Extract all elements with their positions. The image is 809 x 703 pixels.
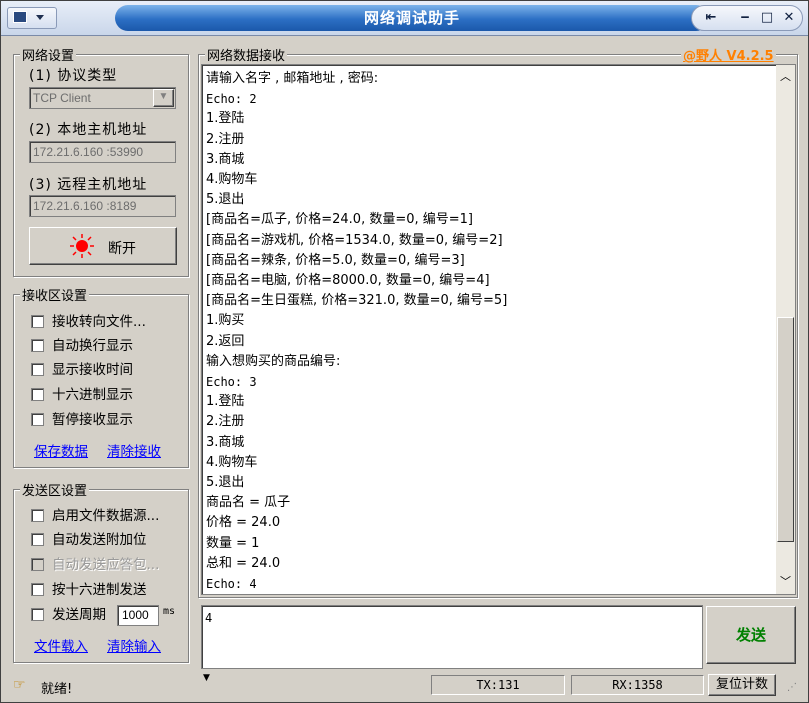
checkbox-box[interactable] <box>31 315 44 328</box>
checkbox-box[interactable] <box>31 363 44 376</box>
checkbox-box[interactable] <box>31 533 44 546</box>
receive-scrollbar[interactable]: ︿ ﹀ <box>776 65 795 594</box>
checkbox-label: 自动换行显示 <box>52 338 133 354</box>
hand-pointer-icon: ☞ <box>13 677 26 693</box>
network-settings-label: 网络设置 <box>20 45 77 64</box>
receive-line: 2.注册 <box>206 414 245 430</box>
receive-settings-label: 接收区设置 <box>20 285 90 304</box>
receive-line: [商品名=游戏机, 价格=1534.0, 数量=0, 编号=2] <box>206 232 503 248</box>
receive-line: Echo: 4 <box>206 577 257 591</box>
receive-line: 1.登陆 <box>206 394 245 410</box>
receive-area-label: 网络数据接收 <box>205 45 288 64</box>
reset-count-button[interactable]: 复位计数 <box>708 674 776 696</box>
checkbox-label: 发送周期 <box>52 607 106 623</box>
clear-input-link[interactable]: 清除输入 <box>107 635 161 655</box>
send-period-input[interactable]: 1000 <box>117 605 159 626</box>
checkbox-box[interactable] <box>31 608 44 621</box>
checkbox-label: 启用文件数据源... <box>52 508 160 524</box>
receive-line: 商品名 = 瓜子 <box>206 495 291 511</box>
receive-line: 输入想购买的商品编号: <box>206 353 341 369</box>
receive-line: 2.返回 <box>206 333 245 349</box>
checkbox-label: 自动发送附加位 <box>52 532 147 548</box>
receive-line: 1.购买 <box>206 313 245 329</box>
receive-line: 5.退出 <box>206 192 245 208</box>
receive-line: Echo: 2 <box>206 92 257 107</box>
receive-line: [商品名=生日蛋糕, 价格=321.0, 数量=0, 编号=5] <box>206 293 508 309</box>
receive-line: Echo: 3 <box>206 375 257 389</box>
checkbox-box[interactable] <box>31 388 44 401</box>
chevron-down-icon <box>36 15 44 20</box>
send-settings-label: 发送区设置 <box>20 480 90 499</box>
protocol-select-value: TCP Client <box>33 91 91 105</box>
status-bar: ☞ 就绪! ▼ TX:131 RX:1358 复位计数 ⋰ <box>1 672 808 702</box>
save-data-link[interactable]: 保存数据 <box>34 440 88 460</box>
checkbox-label: 自动发送应答包... <box>52 557 160 573</box>
close-button[interactable]: ✕ <box>776 8 802 28</box>
send-button[interactable]: 发送 <box>706 606 796 664</box>
connection-status-icon <box>70 234 94 258</box>
receive-line: [商品名=辣条, 价格=5.0, 数量=0, 编号=3] <box>206 252 465 268</box>
receive-line: 3.商城 <box>206 151 245 167</box>
pin-icon[interactable]: ⇤ <box>698 8 724 28</box>
checkbox-box[interactable] <box>31 413 44 426</box>
checkbox-label: 暂停接收显示 <box>52 412 133 428</box>
app-icon <box>13 11 27 23</box>
rx-count: RX:1358 <box>571 675 704 695</box>
tx-count: TX:131 <box>431 675 565 695</box>
receive-line: 价格 = 24.0 <box>206 515 281 531</box>
protocol-type-label: (1) 协议类型 <box>29 68 118 84</box>
receive-line: 2.注册 <box>206 131 245 147</box>
local-address-field[interactable]: 172.21.6.160 :53990 <box>29 141 176 163</box>
title-bar: 网络调试助手 ⇤ ‒ □ ✕ <box>1 1 808 36</box>
protocol-select[interactable]: TCP Client ▼ <box>29 87 176 109</box>
receive-text-area[interactable]: 请输入名字 , 邮箱地址 , 密码: Echo: 2 1.登陆 2.注册 3.商城 4.购… <box>201 64 796 595</box>
window-controls: ⇤ ‒ □ ✕ <box>691 5 803 31</box>
remote-address-field[interactable]: 172.21.6.160 :8189 <box>29 195 176 217</box>
disconnect-label: 断开 <box>108 241 136 257</box>
status-ready-text: 就绪! <box>41 682 73 697</box>
scroll-up-icon[interactable]: ︿ <box>780 68 791 84</box>
send-input[interactable]: 4 <box>201 605 703 669</box>
chevron-down-icon[interactable]: ▼ <box>153 89 174 107</box>
period-unit: ms <box>163 606 176 617</box>
receive-line: 请输入名字 , 邮箱地址 , 密码: <box>206 71 379 86</box>
receive-line: 数量 = 1 <box>206 535 260 551</box>
clear-receive-link[interactable]: 清除接收 <box>107 440 161 460</box>
disconnect-button[interactable]: 断开 <box>29 227 177 265</box>
local-address-label: (2) 本地主机地址 <box>29 122 148 138</box>
receive-line: 总和 = 24.0 <box>206 555 281 571</box>
window-title: 网络调试助手 <box>115 5 709 31</box>
system-menu-button[interactable] <box>7 7 57 29</box>
checkbox-box[interactable] <box>31 583 44 596</box>
receive-line: 1.登陆 <box>206 111 245 127</box>
remote-address-label: (3) 远程主机地址 <box>29 177 148 193</box>
checkbox-label: 接收转向文件... <box>52 314 146 330</box>
receive-line: [商品名=瓜子, 价格=24.0, 数量=0, 编号=1] <box>206 212 473 228</box>
receive-line: [商品名=电脑, 价格=8000.0, 数量=0, 编号=4] <box>206 273 490 288</box>
brand-version-link[interactable]: @野人 V4.2.5 <box>681 45 776 64</box>
checkbox-label: 按十六进制发送 <box>52 582 147 598</box>
app-window: 网络调试助手 ⇤ ‒ □ ✕ 网络设置 (1) 协议类型 TCP Client … <box>0 0 809 703</box>
checkbox-box[interactable] <box>31 509 44 522</box>
resize-grip-icon[interactable]: ⋰ <box>787 682 797 693</box>
receive-line: 5.退出 <box>206 475 245 490</box>
receive-line: 3.商城 <box>206 434 245 450</box>
file-load-link[interactable]: 文件载入 <box>34 635 88 655</box>
checkbox-label: 十六进制显示 <box>52 387 133 403</box>
receive-line: 4.购物车 <box>206 172 258 187</box>
checkbox-box <box>31 558 44 571</box>
scroll-down-icon[interactable]: ﹀ <box>780 573 791 589</box>
scroll-thumb[interactable] <box>777 317 794 542</box>
receive-line: 4.购物车 <box>206 454 258 470</box>
checkbox-box[interactable] <box>31 339 44 352</box>
status-marker-icon: ▼ <box>203 673 210 683</box>
checkbox-label: 显示接收时间 <box>52 362 133 378</box>
